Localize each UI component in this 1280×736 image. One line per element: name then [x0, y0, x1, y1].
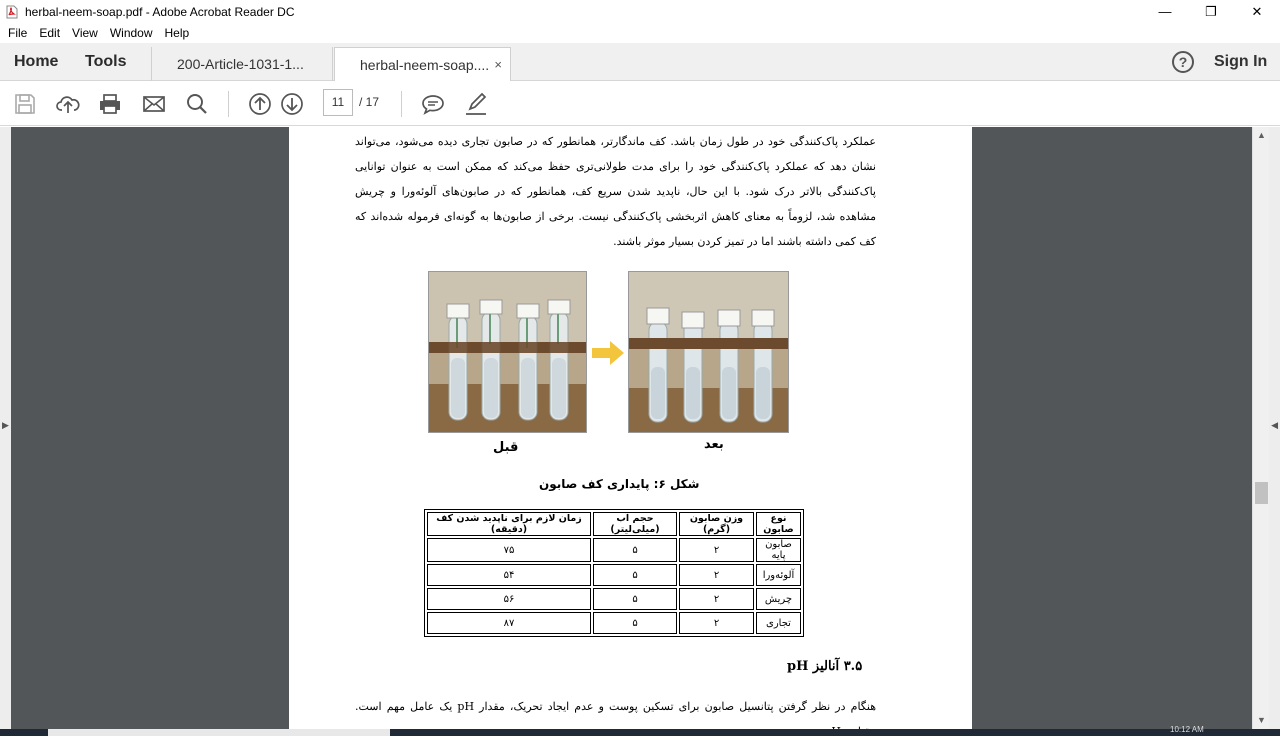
table-cell: چریش: [756, 588, 801, 610]
page-down-icon[interactable]: [280, 92, 304, 116]
table-cell: ۵: [593, 538, 677, 562]
figure-label-after: بعد: [704, 437, 724, 452]
arrow-right-icon: [592, 341, 624, 368]
taskbar: 10:12 AM: [0, 725, 1280, 736]
scroll-up-icon[interactable]: ▲: [1253, 127, 1270, 144]
toolbar-divider: [228, 91, 229, 117]
document-tab-article[interactable]: 200-Article-1031-1...: [151, 47, 333, 81]
page-total: / 17: [359, 95, 380, 109]
menu-help[interactable]: Help: [159, 26, 196, 40]
menu-edit[interactable]: Edit: [33, 26, 66, 40]
tools-tab[interactable]: Tools: [85, 43, 126, 81]
paragraph-foam-discussion: عملکرد پاک‌کنندگی خود در طول زمان باشد. …: [355, 135, 876, 248]
section-heading-ph: ۳.۵ آنالیز pH: [787, 659, 863, 674]
table-cell: آلوئه‌ورا: [756, 564, 801, 586]
foam-photo-before: [428, 271, 587, 433]
table-row: ۵۴ ۵ ۲ آلوئه‌ورا: [427, 564, 801, 586]
table-cell: تجاری: [756, 612, 801, 634]
foam-stability-table: زمان لازم برای ناپدید شدن کف (دقیقه) حجم…: [424, 509, 804, 637]
sign-in-button[interactable]: Sign In: [1214, 43, 1267, 81]
window-title: herbal-neem-soap.pdf - Adobe Acrobat Rea…: [25, 4, 295, 19]
toolbar-divider: [401, 91, 402, 117]
document-viewport: ▶ عملکرد پاک‌کنندگی خود در طول زمان باشد…: [0, 127, 1280, 729]
table-row: ۵۶ ۵ ۲ چریش: [427, 588, 801, 610]
table-cell: ۵: [593, 564, 677, 586]
upload-icon[interactable]: [56, 92, 80, 116]
table-cell: ۵۴: [427, 564, 591, 586]
expand-right-panel-icon[interactable]: ◀: [1271, 420, 1278, 431]
pdf-page: عملکرد پاک‌کنندگی خود در طول زمان باشد. …: [289, 127, 972, 729]
table-header: زمان لازم برای ناپدید شدن کف (دقیقه): [427, 512, 591, 536]
table-header: حجم آب (میلی‌لیتر): [593, 512, 677, 536]
scroll-down-icon[interactable]: ▼: [1253, 712, 1270, 729]
table-cell: صابون پایه: [756, 538, 801, 562]
table-cell: ۲: [679, 612, 754, 634]
email-icon[interactable]: [142, 92, 166, 116]
menu-view[interactable]: View: [66, 26, 104, 40]
help-icon[interactable]: ?: [1172, 51, 1194, 73]
tab-bar: Home Tools 200-Article-1031-1... herbal-…: [0, 43, 1280, 82]
document-tab-label: 200-Article-1031-1...: [177, 56, 304, 72]
acrobat-file-icon: [5, 5, 19, 19]
acrobat-window: { "window": {"title": "herbal-neem-soap.…: [0, 0, 1280, 736]
table-header: وزن صابون (گرم): [679, 512, 754, 536]
page-up-icon[interactable]: [248, 92, 272, 116]
table-row: ۸۷ ۵ ۲ تجاری: [427, 612, 801, 634]
paragraph-ph: هنگام در نظر گرفتن پتانسیل صابون برای تس…: [355, 700, 876, 729]
table-row: ۷۵ ۵ ۲ صابون پایه: [427, 538, 801, 562]
tab-close-icon[interactable]: ×: [494, 48, 502, 82]
print-icon[interactable]: [98, 92, 122, 116]
table-cell: ۵: [593, 612, 677, 634]
document-tab-label: herbal-neem-soap....: [360, 57, 490, 73]
table-cell: ۷۵: [427, 538, 591, 562]
taskbar-clock: 10:12 AM: [1170, 725, 1204, 734]
table-header: نوع صابون: [756, 512, 801, 536]
document-tab-neem-soap[interactable]: herbal-neem-soap.... ×: [334, 47, 511, 82]
table-cell: ۲: [679, 538, 754, 562]
minimize-button[interactable]: —: [1142, 0, 1188, 23]
table-cell: ۲: [679, 564, 754, 586]
menu-bar: File Edit View Window Help: [0, 23, 1280, 43]
table-header-row: زمان لازم برای ناپدید شدن کف (دقیقه) حجم…: [427, 512, 801, 536]
maximize-button[interactable]: ❐: [1188, 0, 1234, 23]
menu-window[interactable]: Window: [104, 26, 159, 40]
table-cell: ۵: [593, 588, 677, 610]
table-cell: ۲: [679, 588, 754, 610]
table-cell: ۵۶: [427, 588, 591, 610]
table-cell: ۸۷: [427, 612, 591, 634]
expand-left-panel-icon[interactable]: ▶: [2, 420, 9, 431]
toolbar: [0, 81, 1280, 126]
comment-icon[interactable]: [421, 92, 445, 116]
menu-file[interactable]: File: [2, 26, 33, 40]
home-tab[interactable]: Home: [14, 43, 58, 81]
scroll-thumb[interactable]: [1255, 482, 1268, 504]
sign-pen-icon[interactable]: [464, 92, 488, 116]
taskbar-search-box[interactable]: [48, 729, 390, 736]
foam-photo-after: [628, 271, 789, 433]
figure-caption: شکل ۶: پایداری کف صابون: [539, 477, 700, 491]
search-icon[interactable]: [185, 92, 209, 116]
vertical-scrollbar[interactable]: ▲ ▼: [1252, 127, 1269, 729]
page-number-input[interactable]: 11: [323, 89, 353, 116]
save-icon[interactable]: [13, 92, 37, 116]
close-window-button[interactable]: ✕: [1234, 0, 1280, 23]
figure-label-before: قبل: [493, 440, 519, 455]
title-bar: herbal-neem-soap.pdf - Adobe Acrobat Rea…: [0, 0, 1280, 23]
